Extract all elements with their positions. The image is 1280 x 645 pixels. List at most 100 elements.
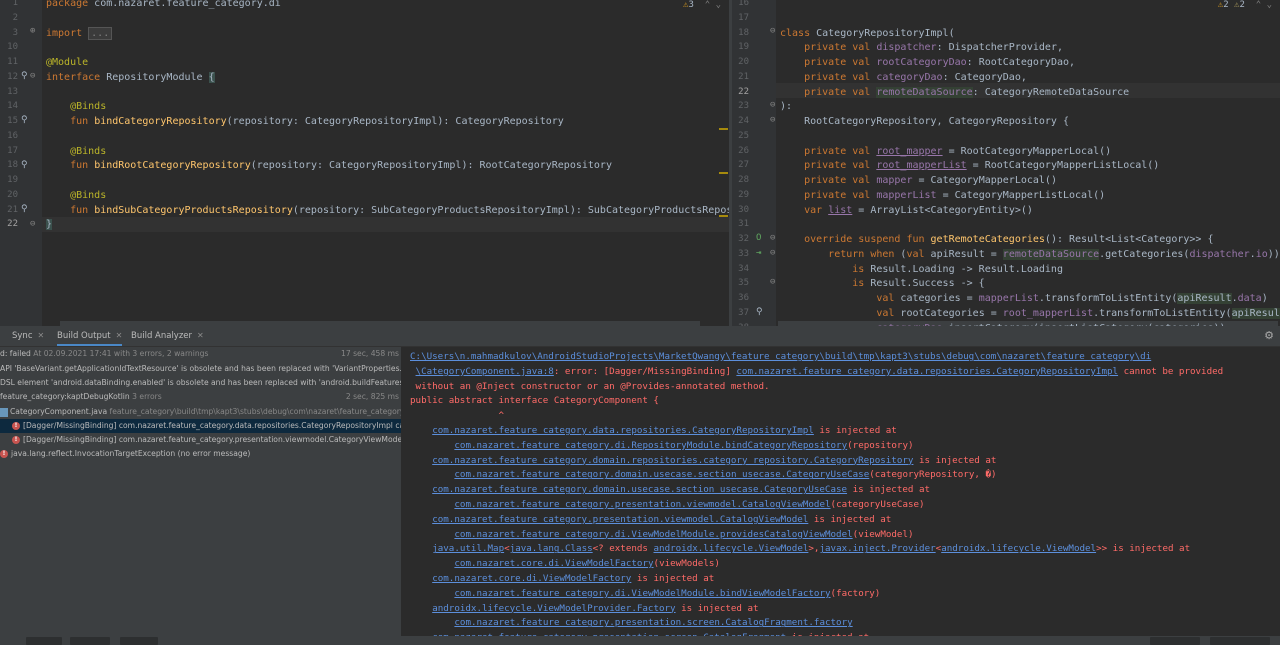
console-link[interactable]: androidx.lifecycle.ViewModel — [654, 543, 809, 554]
code-line[interactable]: @Binds — [46, 188, 106, 203]
line-number[interactable]: 18 — [732, 26, 749, 41]
line-number[interactable]: 32 — [732, 232, 749, 247]
inspection-widget[interactable]: ⚠2 ⚠2 ⌃ ⌄ — [1218, 0, 1272, 11]
close-icon[interactable]: ✕ — [116, 331, 123, 340]
console-link[interactable]: com.nazaret.feature_category.presentatio… — [454, 499, 830, 510]
tree-row-warning[interactable]: API 'BaseVariant.getApplicationIdTextRes… — [0, 362, 401, 376]
console-link[interactable]: com.nazaret.core.di.ViewModelFactory — [454, 558, 653, 569]
code-line[interactable]: package com.nazaret.feature_category.di — [46, 0, 281, 11]
console-line[interactable]: com.nazaret.feature_category.domain.usec… — [454, 468, 996, 483]
tree-row-warning[interactable]: DSL element 'android.dataBinding.enabled… — [0, 376, 401, 390]
chevron-up-icon[interactable]: ⌃ — [699, 0, 710, 10]
line-number[interactable]: 23 — [732, 99, 749, 114]
code-line[interactable]: val rootCategories = root_mapperList.tra… — [780, 306, 1280, 321]
close-icon[interactable]: ✕ — [197, 331, 204, 340]
line-number[interactable]: 17 — [732, 11, 749, 26]
line-number[interactable]: 36 — [732, 291, 749, 306]
code-line[interactable]: RootCategoryRepository, CategoryReposito… — [780, 114, 1069, 129]
chevron-up-icon[interactable]: ⌃ — [1250, 0, 1261, 10]
implemented-icon[interactable]: ⚲ — [21, 113, 28, 128]
implemented-icon[interactable]: ⚲ — [21, 69, 28, 84]
console-link[interactable]: com.nazaret.feature_category.presentatio… — [432, 514, 808, 525]
line-number[interactable]: 2 — [0, 11, 18, 26]
console-link[interactable]: javax.inject.Provider — [819, 543, 935, 554]
console-line[interactable]: com.nazaret.feature_category.presentatio… — [454, 498, 924, 513]
console-link[interactable]: com.nazaret.feature_category.data.reposi… — [736, 366, 1118, 377]
line-number[interactable]: 3 — [0, 26, 18, 41]
line-number[interactable]: 15 — [0, 114, 18, 129]
line-number[interactable]: 11 — [0, 55, 18, 70]
console-link[interactable]: com.nazaret.feature_category.domain.repo… — [432, 455, 913, 466]
line-number[interactable]: 24 — [732, 114, 749, 129]
build-console-output[interactable]: C:\Users\n.mahmadkulov\AndroidStudioProj… — [402, 347, 1280, 645]
line-number[interactable]: 34 — [732, 262, 749, 277]
code-line[interactable]: private val categoryDao: CategoryDao, — [780, 70, 1027, 85]
tree-row-error[interactable]: ! java.lang.reflect.InvocationTargetExcep… — [0, 447, 401, 461]
line-number[interactable]: 14 — [0, 99, 18, 114]
line-number[interactable]: 12 — [0, 70, 18, 85]
code-line[interactable]: fun bindSubCategoryProductsRepository(re… — [46, 203, 729, 218]
chevron-down-icon[interactable]: ⌄ — [716, 0, 721, 10]
line-number[interactable]: 28 — [732, 173, 749, 188]
code-line[interactable]: private val root_mapperList = RootCatego… — [780, 158, 1159, 173]
line-number[interactable]: 26 — [732, 144, 749, 159]
console-line[interactable]: java.util.Map<java.lang.Class<? extends … — [432, 542, 1190, 557]
code-line[interactable]: fun bindCategoryRepository(repository: C… — [46, 114, 564, 129]
line-number[interactable]: 20 — [732, 55, 749, 70]
code-line[interactable]: override suspend fun getRemoteCategories… — [780, 232, 1213, 247]
tree-row-task[interactable]: feature_category:kaptDebugKotlin 3 error… — [0, 390, 401, 404]
code-line[interactable]: @Binds — [46, 99, 106, 114]
code-line[interactable]: interface RepositoryModule { — [46, 70, 215, 85]
line-number[interactable]: 18 — [0, 158, 18, 173]
console-line[interactable]: com.nazaret.feature_category.presentatio… — [454, 616, 852, 631]
tab-build-output[interactable]: Build Output ✕ — [57, 326, 123, 346]
code-line[interactable]: val categories = mapperList.transformToL… — [780, 291, 1268, 306]
console-line[interactable]: com.nazaret.feature_category.di.ViewMode… — [454, 528, 913, 543]
implemented-icon[interactable]: ⚲ — [756, 305, 763, 320]
line-number[interactable]: 10 — [0, 40, 18, 55]
right-code-editor[interactable]: ⚠2 ⚠2 ⌃ ⌄ 16 17 18 class CategoryRepository… — [732, 0, 1280, 326]
fold-icon[interactable]: ⊖ — [770, 24, 775, 39]
gear-icon[interactable]: ⚙ — [1264, 326, 1274, 346]
line-number[interactable]: 13 — [0, 85, 18, 100]
warning-stripe[interactable] — [719, 128, 728, 130]
line-number[interactable]: 37 — [732, 306, 749, 321]
code-line[interactable]: private val root_mapper = RootCategoryMa… — [780, 144, 1111, 159]
line-number[interactable]: 21 — [0, 203, 18, 218]
console-line[interactable]: com.nazaret.feature_category.presentatio… — [432, 513, 891, 528]
console-link[interactable]: androidx.lifecycle.ViewModel — [941, 543, 1096, 554]
tree-row-build-failed[interactable]: d: failed At 02.09.2021 17:41 with 3 err… — [0, 347, 401, 361]
fold-icon[interactable]: ⊖ — [770, 246, 775, 261]
line-number[interactable]: 16 — [732, 0, 749, 11]
code-line[interactable]: fun bindRootCategoryRepository(repositor… — [46, 158, 612, 173]
line-number[interactable]: 31 — [732, 217, 749, 232]
line-number[interactable]: 1 — [0, 0, 18, 11]
status-bar-item[interactable] — [70, 637, 110, 645]
fold-icon[interactable]: ⊖ — [770, 275, 775, 290]
line-number[interactable]: 33 — [732, 247, 749, 262]
fold-icon[interactable]: ⊖ — [30, 217, 35, 232]
inspection-widget[interactable]: ⚠3 ⌃ ⌄ — [683, 0, 721, 11]
implemented-icon[interactable]: ⚲ — [21, 202, 28, 217]
fold-icon[interactable]: ⊖ — [30, 69, 35, 84]
console-line[interactable]: com.nazaret.feature_category.domain.repo… — [432, 454, 996, 469]
tab-sync[interactable]: Sync ✕ — [12, 326, 44, 346]
code-line[interactable]: private val dispatcher: DispatcherProvid… — [780, 40, 1063, 55]
code-line[interactable]: return when (val apiResult = remoteDataS… — [780, 247, 1280, 262]
console-link[interactable]: com.nazaret.feature_category.di.ViewMode… — [454, 529, 852, 540]
line-number[interactable]: 29 — [732, 188, 749, 203]
fold-icon[interactable]: ⊖ — [770, 113, 775, 128]
suspend-call-icon[interactable]: ⇥ — [756, 246, 761, 261]
code-line[interactable]: import ... — [46, 26, 113, 41]
line-number[interactable]: 27 — [732, 158, 749, 173]
code-line[interactable]: is Result.Loading -> Result.Loading — [780, 262, 1063, 277]
code-line[interactable]: class CategoryRepositoryImpl( — [780, 26, 955, 41]
console-line[interactable]: com.nazaret.core.di.ViewModelFactory is … — [432, 572, 714, 587]
console-link[interactable]: com.nazaret.feature_category.data.reposi… — [432, 425, 814, 436]
implemented-icon[interactable]: ⚲ — [21, 158, 28, 173]
console-link[interactable]: com.nazaret.core.di.ViewModelFactory — [432, 573, 631, 584]
console-line[interactable]: ^ — [410, 409, 505, 424]
override-icon[interactable]: O — [756, 231, 761, 246]
line-number[interactable]: 35 — [732, 276, 749, 291]
code-line[interactable]: is Result.Success -> { — [780, 276, 984, 291]
